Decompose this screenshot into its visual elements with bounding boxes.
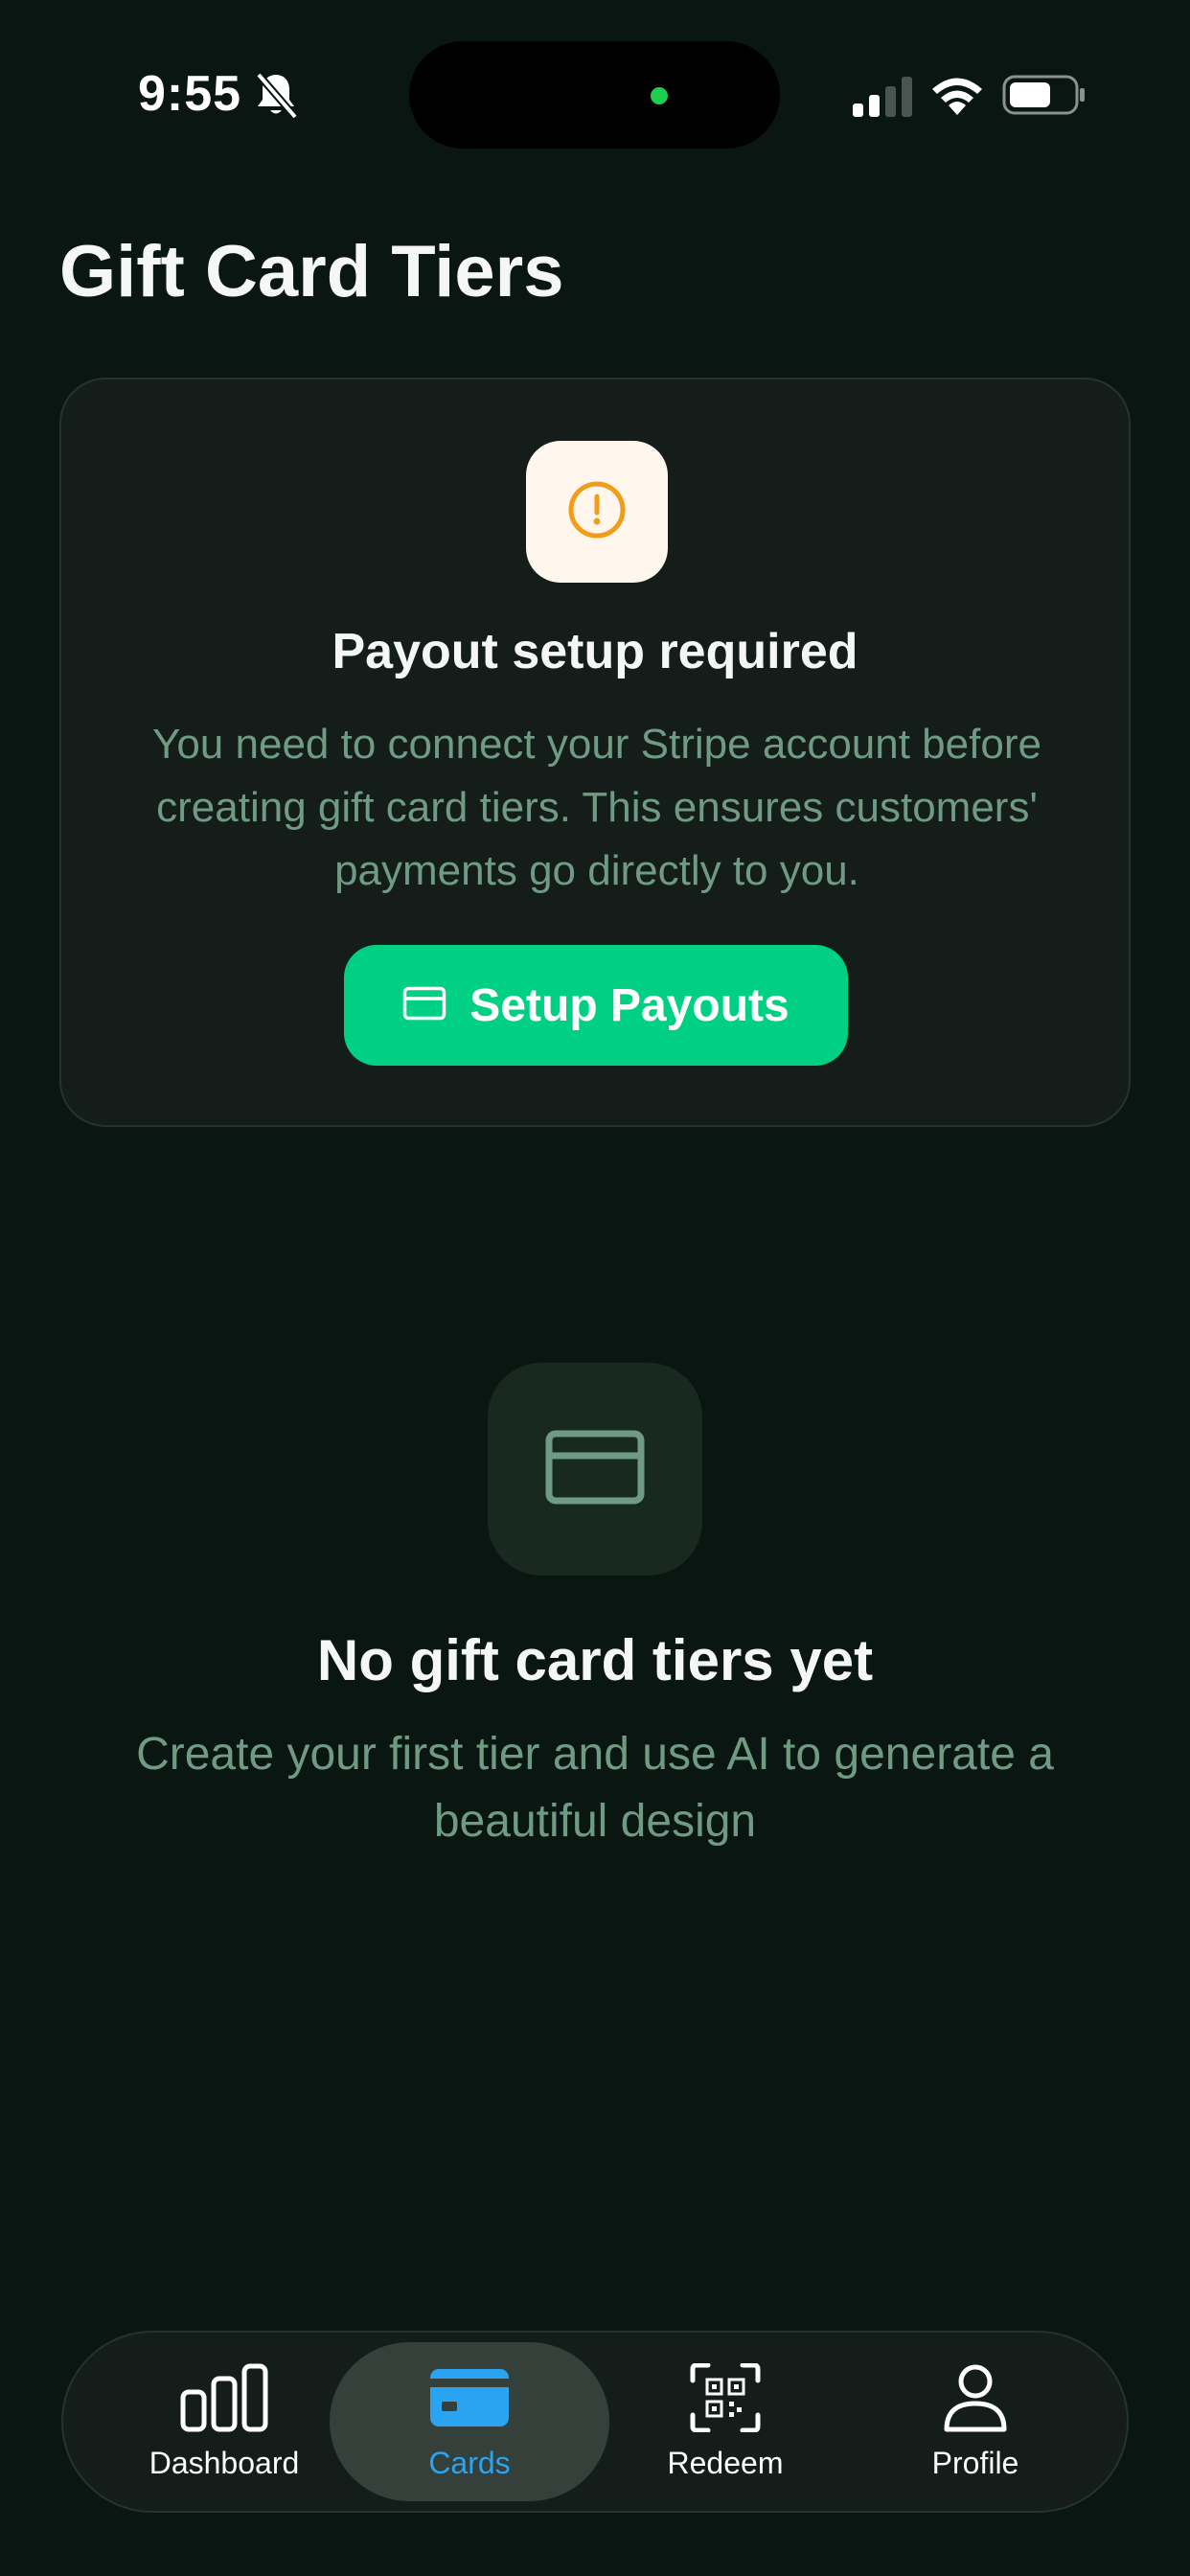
credit-card-icon xyxy=(545,1430,645,1509)
dynamic-island xyxy=(409,41,780,149)
page-title: Gift Card Tiers xyxy=(59,231,564,312)
bar-chart-icon xyxy=(180,2363,268,2432)
credit-card-icon xyxy=(402,986,446,1025)
empty-state-icon-tile xyxy=(488,1363,702,1576)
signal-icon xyxy=(853,77,912,117)
tab-profile[interactable]: Profile xyxy=(835,2342,1115,2501)
exclamation-circle-icon xyxy=(566,479,628,545)
bottom-tab-bar: Dashboard Cards Redeem Profile xyxy=(61,2331,1129,2513)
camera-indicator-dot xyxy=(651,87,668,104)
gift-card-tiers-screen: 9:55 Gift Card Tiers Payout setup requir… xyxy=(0,0,1190,2576)
credit-card-icon xyxy=(425,2363,514,2432)
tab-label: Cards xyxy=(428,2445,511,2480)
payout-setup-card: Payout setup required You need to connec… xyxy=(59,378,1131,1127)
battery-icon xyxy=(1002,75,1087,115)
empty-state-title: No gift card tiers yet xyxy=(316,1628,874,1692)
tab-dashboard[interactable]: Dashboard xyxy=(84,2342,364,2501)
tab-cards[interactable]: Cards xyxy=(330,2342,609,2501)
setup-payouts-button[interactable]: Setup Payouts xyxy=(344,945,848,1066)
qr-scan-icon xyxy=(681,2362,769,2432)
tab-label: Redeem xyxy=(667,2445,784,2480)
payout-card-title: Payout setup required xyxy=(332,624,858,679)
payout-card-description: You need to connect your Stripe account … xyxy=(152,721,1041,894)
status-bar: 9:55 xyxy=(0,0,1190,192)
bell-slash-icon xyxy=(253,71,299,121)
tab-redeem[interactable]: Redeem xyxy=(585,2342,865,2501)
wifi-icon xyxy=(929,73,985,115)
status-time: 9:55 xyxy=(138,66,242,122)
setup-payouts-label: Setup Payouts xyxy=(469,979,790,1031)
tab-label: Dashboard xyxy=(149,2445,300,2480)
warning-icon-tile xyxy=(526,441,668,583)
empty-state-description: Create your first tier and use AI to gen… xyxy=(136,1729,1054,1847)
person-icon xyxy=(931,2363,1019,2432)
tab-label: Profile xyxy=(931,2445,1019,2480)
